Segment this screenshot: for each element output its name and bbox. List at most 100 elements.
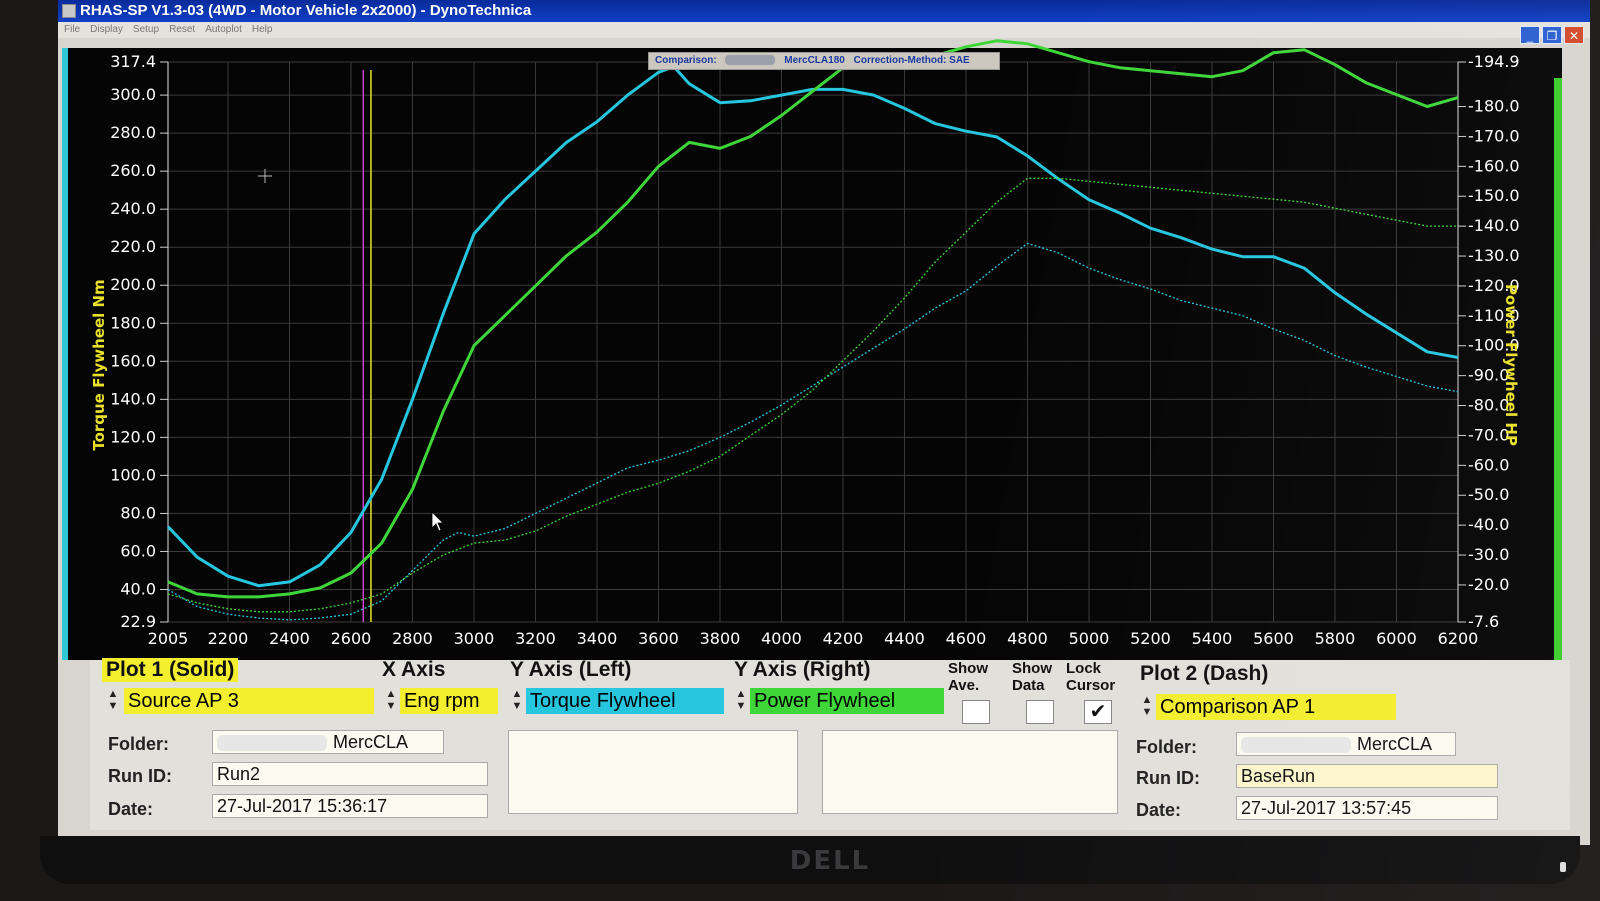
y-left-info-box — [508, 730, 798, 814]
y-right-select[interactable]: Power Flywheel — [750, 688, 944, 714]
dyno-chart[interactable]: 2005 2200 2400 2600 2800 3000 3200 3400 3600 3800… — [58, 0, 1590, 660]
y-left-tick-label: 260.0 — [110, 161, 156, 180]
plot1-spinner[interactable]: ▲ ▼ — [104, 688, 122, 714]
plot2-runid-field[interactable]: BaseRun — [1236, 764, 1498, 788]
plot1-folder-field[interactable]: MercCLA — [212, 730, 444, 754]
plot2-source-select[interactable]: Comparison AP 1 — [1156, 694, 1396, 720]
show-ave-label-line2: Ave. — [948, 677, 980, 694]
x-tick-label: 3800 — [700, 629, 741, 648]
y-left-tick-label: 180.0 — [110, 313, 156, 332]
x-tick-label: 5400 — [1192, 629, 1233, 648]
comparison-redacted — [725, 55, 776, 66]
y-right-tick-label: -194.9 — [1468, 52, 1520, 71]
chart-series — [166, 39, 1459, 621]
chart-cursors — [362, 70, 372, 622]
y-left-tick-label: 22.9 — [120, 612, 156, 631]
show-data-label-line1: Show — [1012, 660, 1052, 677]
y-left-tick-label: 80.0 — [120, 503, 156, 522]
x-tick-label: 3400 — [577, 629, 618, 648]
y-left-tick-label: 200.0 — [110, 275, 156, 294]
x-tick-label: 6000 — [1376, 629, 1417, 648]
plot1-runid-field[interactable]: Run2 — [212, 762, 488, 786]
comparison-name: MercCLA180 — [784, 55, 845, 66]
show-data-label-line2: Data — [1012, 677, 1045, 694]
y-right-tick-label: -60.0 — [1468, 455, 1509, 474]
y-left-tick-label: 60.0 — [120, 541, 156, 560]
folder-redacted-2 — [1241, 737, 1351, 754]
plot1-title: Plot 1 (Solid) — [102, 658, 239, 682]
show-ave-label-line1: Show — [948, 660, 988, 677]
folder-redacted — [217, 735, 327, 752]
x-tick-label: 3000 — [454, 629, 495, 648]
plot1-date-label: Date: — [108, 799, 154, 819]
y-left-tick-label: 100.0 — [110, 465, 156, 484]
plot2-folder-value: MercCLA — [1357, 734, 1433, 754]
x-tick-label: 5600 — [1253, 629, 1294, 648]
x-tick-label: 2800 — [392, 629, 433, 648]
y-left-select[interactable]: Torque Flywheel — [526, 688, 724, 714]
x-tick-label: 6200 — [1438, 629, 1479, 648]
mouse-pointer-icon — [431, 511, 444, 532]
y-right-spinner[interactable]: ▲ ▼ — [732, 688, 750, 714]
x-tick-label: 4600 — [946, 629, 987, 648]
y-left-tick-label: 160.0 — [110, 351, 156, 370]
plot2-date-label: Date: — [1136, 800, 1182, 820]
y-left-tick-label: 317.4 — [110, 52, 156, 71]
x-axis-title: X Axis — [382, 658, 446, 681]
y-right-tick-label: -50.0 — [1468, 485, 1509, 504]
y-left-tick-label: 140.0 — [110, 389, 156, 408]
correction-method: Correction-Method: SAE — [853, 55, 970, 66]
x-tick-label: 5000 — [1069, 629, 1110, 648]
lock-cursor-label: Lock Cursor — [1066, 660, 1115, 694]
y-left-tick-label: 240.0 — [110, 199, 156, 218]
show-ave-label: Show Ave. — [948, 660, 988, 694]
control-panel: Plot 1 (Solid) ▲ ▼ Source AP 3 Folder: Me… — [90, 658, 1570, 830]
x-axis-select[interactable]: Eng rpm — [400, 688, 498, 714]
y-right-tick-label: -7.6 — [1468, 612, 1499, 631]
plot2-folder-label: Folder: — [1136, 737, 1197, 757]
y-left-tick-label: 300.0 — [110, 85, 156, 104]
plot1-date-field[interactable]: 27-Jul-2017 15:36:17 — [212, 794, 488, 818]
y-right-tick-label: -20.0 — [1468, 575, 1509, 594]
x-tick-label: 2200 — [208, 629, 249, 648]
lock-cursor-label-line1: Lock — [1066, 660, 1102, 677]
y-left-spinner[interactable]: ▲ ▼ — [508, 688, 526, 714]
plot1-folder-value: MercCLA — [333, 732, 409, 752]
x-tick-labels: 2005 2200 2400 2600 2800 3000 3200 3400 3600 3800… — [148, 629, 1479, 648]
y-left-axis-label: Torque Flywheel Nm — [90, 279, 108, 450]
x-tick-label: 4400 — [884, 629, 925, 648]
y-right-tick-label: -30.0 — [1468, 545, 1509, 564]
x-tick-label: 5800 — [1315, 629, 1356, 648]
y-left-tick-label: 280.0 — [110, 123, 156, 142]
lock-cursor-label-line2: Cursor — [1066, 677, 1116, 694]
y-right-tick-label: -130.0 — [1468, 246, 1520, 265]
power-led — [1560, 862, 1566, 872]
lock-cursor-checkbox[interactable]: ✔ — [1084, 700, 1112, 724]
y-right-tick-label: -140.0 — [1468, 216, 1520, 235]
power-comparison-line — [167, 177, 1458, 613]
monitor-brand-logo: DELL — [789, 846, 871, 876]
plot1-folder-label: Folder: — [108, 734, 169, 754]
chart-grid — [160, 61, 1466, 623]
plot1-source-select[interactable]: Source AP 3 — [124, 688, 374, 714]
show-data-label: Show Data — [1012, 660, 1052, 694]
plot2-spinner[interactable]: ▲ ▼ — [1138, 694, 1156, 720]
show-data-checkbox[interactable] — [1026, 700, 1054, 724]
x-tick-label: 2600 — [331, 629, 372, 648]
y-right-tick-label: -170.0 — [1468, 126, 1520, 145]
x-tick-label: 2005 — [148, 629, 189, 648]
y-left-tick-label: 120.0 — [110, 427, 156, 446]
plot2-date-field[interactable]: 27-Jul-2017 13:57:45 — [1236, 796, 1498, 820]
plot2-folder-field[interactable]: MercCLA — [1236, 732, 1456, 756]
y-left-tick-labels: 317.4 300.0 280.0 260.0 240.0 220.0 200.0 180.0… — [110, 52, 156, 631]
y-right-tick-label: -150.0 — [1468, 186, 1520, 205]
comparison-label: Comparison: — [655, 55, 717, 66]
y-left-tick-label: 40.0 — [120, 579, 156, 598]
x-tick-label: 3200 — [515, 629, 556, 648]
x-tick-label: 3600 — [638, 629, 679, 648]
x-axis-spinner[interactable]: ▲ ▼ — [382, 688, 400, 714]
y-right-tick-label: -160.0 — [1468, 156, 1520, 175]
y-right-axis-label: Power Flywheel HP — [1502, 284, 1520, 446]
y-right-tick-label: -40.0 — [1468, 515, 1509, 534]
show-ave-checkbox[interactable] — [962, 700, 990, 724]
